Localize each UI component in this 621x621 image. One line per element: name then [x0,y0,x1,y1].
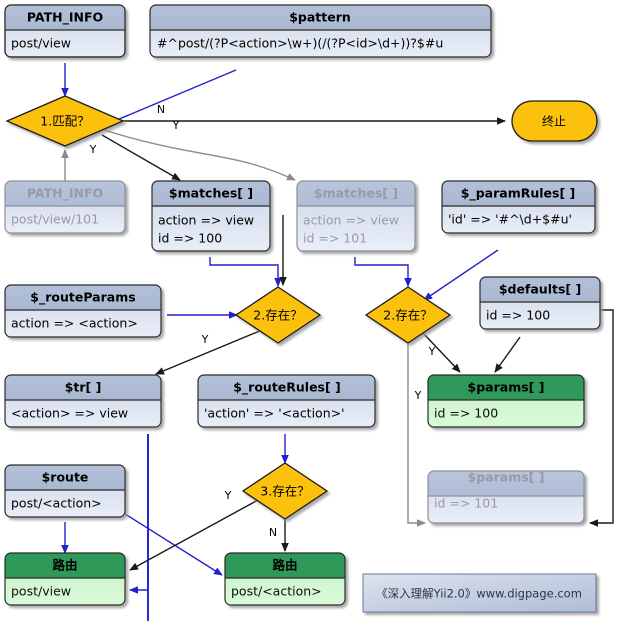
node-result-route-action[interactable]: 路由 post/<action> [224,552,346,606]
node-matches-alt-body-line2: id => 101 [303,231,367,246]
node-result-route-action-body: post/<action> [231,584,322,599]
node-matches-alt-body-line1: action => view [303,213,399,228]
node-path-info-alt-body: post/view/101 [11,212,99,227]
node-defaults-body: id => 100 [486,308,550,323]
node-terminator-label: 终止 [542,114,566,129]
node-route-rules-body: 'action' => '<action>' [204,406,345,421]
node-path-info-alt[interactable]: PATH_INFO post/view/101 [4,180,126,234]
node-terminator[interactable]: 终止 [511,100,598,142]
node-matches-alt-title: $matches[ ] [314,186,398,201]
edge-label-match-no: N [157,103,165,116]
node-param-rules-body: 'id' => '#^\d+$#u' [448,212,572,227]
edge-label-exists-b-yes-2: Y [414,389,422,402]
node-matches-main-title: $matches[ ] [169,186,253,201]
decision-exists-a-label: 2.存在？ [253,308,302,323]
node-params-alt[interactable]: $params[ ] id => 101 [427,470,585,524]
node-route-params[interactable]: $_routeParams action => <action> [4,284,162,338]
node-path-info-top-title: PATH_INFO [27,10,103,26]
node-pattern-body: #^post/(?P<action>\w+)(/(?P<id>\d+))?$#u [157,36,443,51]
node-tr-title: $tr[ ] [65,380,102,395]
node-path-info-top[interactable]: PATH_INFO post/view [4,4,126,58]
node-params-main-body: id => 100 [434,406,498,421]
node-defaults[interactable]: $defaults[ ] id => 100 [479,276,601,330]
node-tr-body: <action> => view [11,406,128,421]
node-matches-main[interactable]: $matches[ ] action => view id => 100 [151,180,271,252]
node-param-rules-title: $_paramRules[ ] [461,186,575,202]
node-route-title: $route [42,470,89,485]
node-params-main-title: $params[ ] [468,380,545,395]
node-route-params-title: $_routeParams [30,290,135,306]
node-route-rules-title: $_routeRules[ ] [233,380,341,396]
edge-label-match-yes-1: Y [172,119,180,132]
edge-label-match-yes-2: Y [89,143,97,156]
edge-label-exists-c-yes: Y [224,489,232,502]
edge-label-exists-b-yes-1: Y [428,345,436,358]
node-result-route-view[interactable]: 路由 post/view [4,552,126,606]
node-path-info-top-body: post/view [11,36,71,51]
decision-exists-c-label: 3.存在？ [260,484,309,499]
edge-label-exists-c-no: N [269,526,277,539]
node-defaults-title: $defaults[ ] [499,282,581,297]
node-result-route-action-title: 路由 [272,558,297,573]
node-route-params-body: action => <action> [11,316,138,331]
node-route-body: post/<action> [11,496,102,511]
flowchart-canvas: N Y Y Y Y Y Y N PATH_INFO post/view $pat… [0,0,621,621]
node-matches-main-body-line2: id => 100 [158,231,222,246]
decision-match-label: 1.匹配？ [40,114,89,129]
node-pattern[interactable]: $pattern #^post/(?P<action>\w+)(/(?P<id>… [149,4,492,58]
footer-credit-text: 《深入理解Yii2.0》www.digpage.com [376,587,582,601]
node-matches-main-body-line1: action => view [158,213,254,228]
node-params-alt-body: id => 101 [434,496,498,511]
node-tr[interactable]: $tr[ ] <action> => view [4,374,162,428]
decision-exists-b-label: 2.存在？ [383,308,432,323]
node-params-main[interactable]: $params[ ] id => 100 [427,374,585,428]
footer-credit: 《深入理解Yii2.0》www.digpage.com [362,573,597,613]
edge-label-exists-a-yes: Y [201,333,209,346]
node-path-info-alt-title: PATH_INFO [27,186,103,202]
node-route[interactable]: $route post/<action> [4,464,126,518]
node-result-route-view-body: post/view [11,584,71,599]
node-result-route-view-title: 路由 [52,558,77,573]
node-param-rules[interactable]: $_paramRules[ ] 'id' => '#^\d+$#u' [441,180,596,234]
node-params-alt-title: $params[ ] [468,470,545,485]
node-route-rules[interactable]: $_routeRules[ ] 'action' => '<action>' [197,374,376,428]
node-pattern-title: $pattern [289,10,351,25]
node-matches-alt[interactable]: $matches[ ] action => view id => 101 [296,180,416,252]
